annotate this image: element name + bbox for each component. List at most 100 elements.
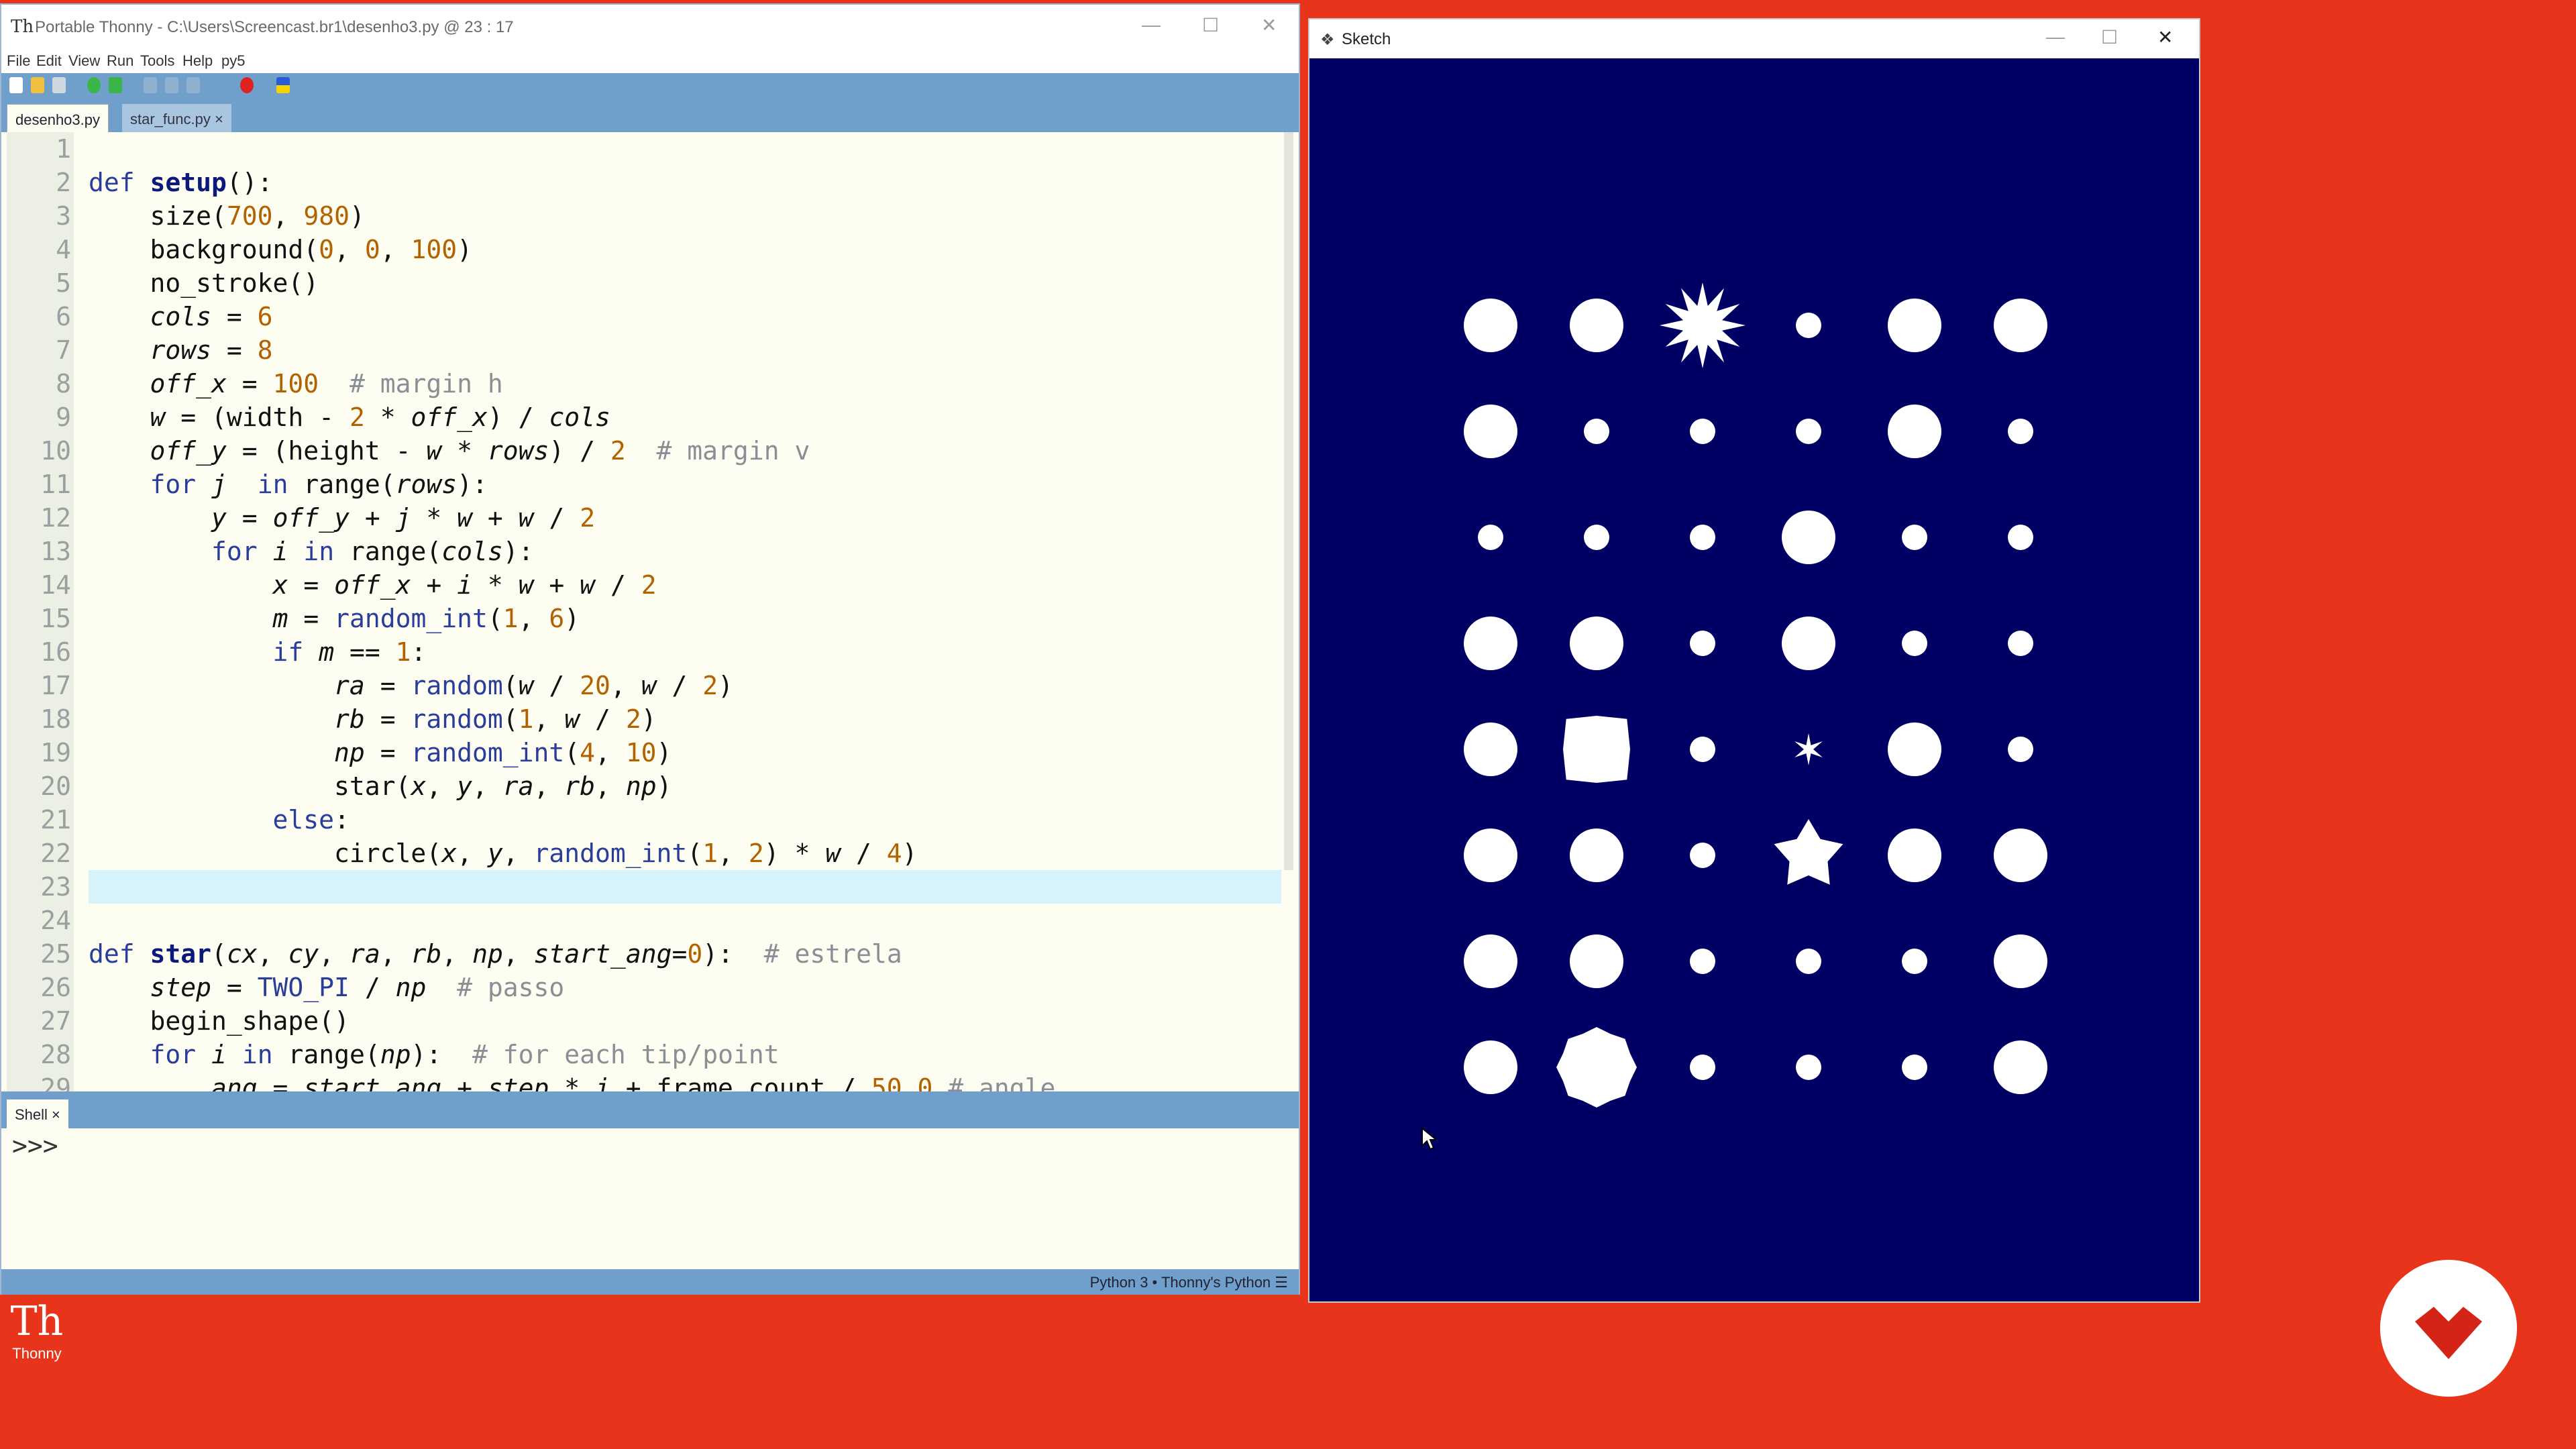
sketch-shape-small: [1796, 419, 1821, 444]
code-line: circle(x, y, random_int(1, 2) * w / 4): [89, 839, 918, 868]
code-line: cols = 6: [150, 302, 273, 331]
line-number: 29: [40, 1073, 71, 1091]
desktop-thonny-shortcut[interactable]: Th Thonny: [7, 1298, 67, 1379]
tab-shell[interactable]: Shell ×: [7, 1099, 68, 1128]
interpreter-status[interactable]: Python 3 • Thonny's Python ☰: [1090, 1274, 1288, 1291]
menu-edit[interactable]: Edit: [36, 52, 62, 70]
flag-icon[interactable]: [276, 77, 290, 93]
sketch-shape-big: [1464, 722, 1517, 776]
line-number: 24: [40, 906, 71, 935]
toolbar: [1, 73, 1299, 99]
channel-logo: [2380, 1260, 2517, 1397]
py5-logo-icon: ❖: [1320, 31, 1335, 49]
stop-icon[interactable]: [240, 77, 254, 93]
editor-scrollbar[interactable]: [1284, 132, 1293, 870]
heart-logo-icon: [2415, 1307, 2482, 1359]
step-into-icon[interactable]: [165, 77, 178, 93]
line-number: 22: [40, 839, 71, 868]
menu-py5[interactable]: py5: [221, 52, 245, 70]
line-number: 11: [40, 470, 71, 499]
shell-prompt: >>>: [12, 1131, 58, 1161]
code-line: else:: [272, 805, 350, 835]
open-file-icon[interactable]: [31, 77, 44, 93]
thonny-titlebar[interactable]: Th Portable Thonny - C:\Users\Screencast…: [1, 5, 1299, 50]
sketch-shape-small: [1796, 949, 1821, 974]
debug-icon[interactable]: [109, 77, 122, 93]
sketch-shape-big: [1782, 511, 1835, 564]
sketch-titlebar[interactable]: ❖ Sketch — ☐ ✕: [1309, 19, 2199, 58]
status-bar: Python 3 • Thonny's Python ☰: [1, 1269, 1299, 1295]
menu-help[interactable]: Help: [182, 52, 213, 70]
sketch-shape-small: [2008, 525, 2033, 550]
menubar: File Edit View Run Tools Help py5: [1, 50, 1299, 73]
minimize-icon[interactable]: —: [2046, 26, 2065, 48]
sketch-shape-small: [1690, 949, 1715, 974]
code-line: no_stroke(): [89, 268, 319, 298]
code-line: off_y = (height - w * rows) / 2 # margin…: [150, 436, 810, 466]
close-tab-icon[interactable]: ×: [52, 1106, 60, 1123]
close-icon[interactable]: ✕: [1261, 14, 1277, 36]
step-out-icon[interactable]: [186, 77, 200, 93]
menu-tools[interactable]: Tools: [140, 52, 174, 70]
shell-tabbar: Shell ×: [1, 1091, 1299, 1128]
code-line: for i in range(np): # for each tip/point: [150, 1040, 780, 1069]
step-over-icon[interactable]: [144, 77, 157, 93]
code-line: np = random_int(4, 10): [334, 738, 672, 767]
shell-console[interactable]: >>>: [7, 1128, 1281, 1269]
sketch-shape-big: [1570, 299, 1623, 352]
close-icon[interactable]: ✕: [2157, 26, 2173, 48]
sketch-shape-small: [1902, 525, 1927, 550]
line-number: 3: [56, 201, 71, 231]
sketch-canvas[interactable]: [1309, 58, 2199, 1301]
line-number: 1: [56, 134, 71, 164]
thonny-logo-icon: Th: [11, 17, 34, 37]
line-number: 21: [40, 805, 71, 835]
line-number: 28: [40, 1040, 71, 1069]
sketch-shape-small: [1478, 525, 1503, 550]
line-number: 16: [40, 637, 71, 667]
sketch-shape-big: [1888, 828, 1941, 882]
sketch-shape-small: [1690, 525, 1715, 550]
maximize-icon[interactable]: ☐: [2101, 26, 2118, 48]
menu-view[interactable]: View: [68, 52, 100, 70]
editor-tabs: desenho3.py star_func.py ×: [1, 99, 1299, 132]
sketch-shape-octagon: [1556, 1027, 1637, 1108]
close-tab-icon[interactable]: ×: [215, 111, 223, 127]
tab-star-func[interactable]: star_func.py ×: [122, 104, 231, 132]
line-number: 20: [40, 771, 71, 801]
tab-label: desenho3.py: [15, 111, 100, 128]
sketch-shape-big: [1464, 1040, 1517, 1094]
code-editor[interactable]: def setup(): size(700, 980) background(0…: [7, 132, 1281, 1091]
sketch-shape-big: [1994, 299, 2047, 352]
minimize-icon[interactable]: —: [1142, 14, 1161, 36]
code-line: rows = 8: [150, 335, 273, 365]
code-line: m = random_int(1, 6): [272, 604, 580, 633]
line-number: 5: [56, 268, 71, 298]
maximize-icon[interactable]: ☐: [1202, 14, 1219, 36]
menu-run[interactable]: Run: [107, 52, 133, 70]
sketch-shape-big: [1994, 828, 2047, 882]
sketch-shape-big: [1782, 616, 1835, 670]
run-icon[interactable]: [87, 77, 101, 93]
line-number: 10: [40, 436, 71, 466]
menu-file[interactable]: File: [7, 52, 30, 70]
sketch-shape-star12: [1660, 282, 1746, 368]
line-number: 17: [40, 671, 71, 700]
line-number: 6: [56, 302, 71, 331]
code-line: for i in range(cols):: [211, 537, 534, 566]
mouse-cursor-icon: [1421, 1127, 1437, 1150]
code-line: w = (width - 2 * off_x) / cols: [150, 402, 610, 432]
thonny-window: Th Portable Thonny - C:\Users\Screencast…: [0, 3, 1300, 1295]
sketch-shape-small: [1902, 949, 1927, 974]
sketch-shape-small: [1690, 737, 1715, 762]
sketch-shape-small: [1690, 843, 1715, 868]
new-file-icon[interactable]: [9, 77, 23, 93]
save-file-icon[interactable]: [52, 77, 66, 93]
tab-desenho3[interactable]: desenho3.py: [7, 104, 109, 132]
line-number: 18: [40, 704, 71, 734]
sketch-shape-big: [1994, 934, 2047, 988]
line-number: 14: [40, 570, 71, 600]
tab-label: star_func.py: [130, 111, 211, 127]
sketch-shape-square: [1563, 716, 1630, 783]
sketch-shape-star5: [1774, 819, 1843, 885]
